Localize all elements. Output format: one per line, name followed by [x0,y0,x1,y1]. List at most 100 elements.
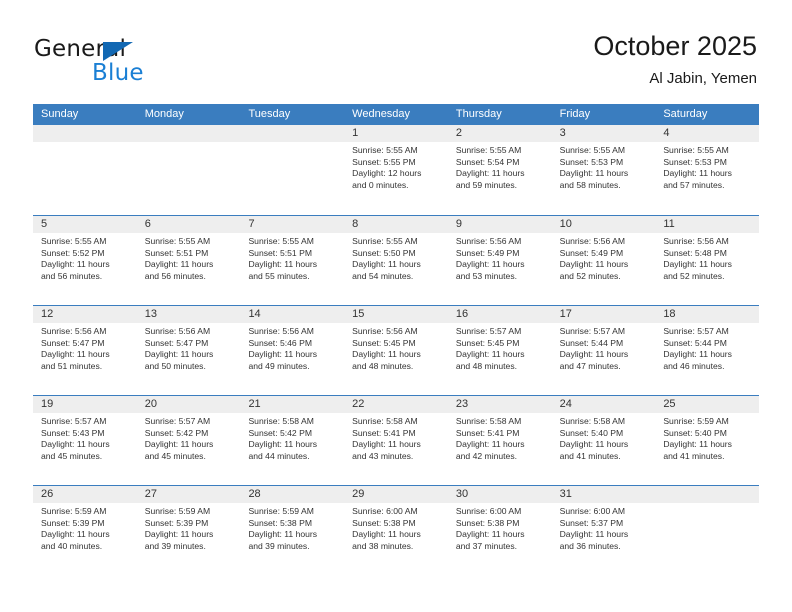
sunset-text: Sunset: 5:42 PM [144,427,209,438]
day-cell[interactable]: 10 Sunrise: 5:56 AM Sunset: 5:49 PM Dayl… [551,216,656,305]
day-cell[interactable]: 8 Sunrise: 5:55 AM Sunset: 5:50 PM Dayli… [344,216,448,305]
day-info: Sunrise: 5:56 AM Sunset: 5:45 PM Dayligh… [344,323,448,372]
day-number: 26 [33,486,137,503]
sunrise-text: Sunrise: 5:58 AM [248,416,314,426]
day-number: 8 [344,216,448,233]
sunrise-text: Sunrise: 5:55 AM [559,145,626,155]
weekday-header-sunday: Sunday [41,108,79,120]
sunrise-text: Sunrise: 6:00 AM [352,506,418,516]
sunset-text: Sunset: 5:46 PM [248,337,312,348]
week-row: 1 Sunrise: 5:55 AM Sunset: 5:55 PM Dayli… [33,125,760,215]
daylight-text-line2: and 52 minutes. [663,270,725,281]
daylight-text-line2: and 53 minutes. [455,270,518,281]
day-cell[interactable]: 9 Sunrise: 5:56 AM Sunset: 5:49 PM Dayli… [447,216,552,305]
day-cell[interactable]: 17 Sunrise: 5:57 AM Sunset: 5:44 PM Dayl… [551,306,656,395]
day-info [137,142,241,145]
daylight-text-line1: Daylight: 11 hours [352,529,421,540]
day-number: 16 [447,306,552,323]
day-cell[interactable]: 29 Sunrise: 6:00 AM Sunset: 5:38 PM Dayl… [344,486,448,575]
day-cell[interactable]: 19 Sunrise: 5:57 AM Sunset: 5:43 PM Dayl… [33,396,137,485]
day-cell[interactable]: 31 Sunrise: 6:00 AM Sunset: 5:37 PM Dayl… [551,486,656,575]
day-cell[interactable]: 22 Sunrise: 5:58 AM Sunset: 5:41 PM Dayl… [344,396,448,485]
day-cell[interactable]: 18 Sunrise: 5:57 AM Sunset: 5:44 PM Dayl… [655,306,760,395]
day-cell[interactable]: 6 Sunrise: 5:55 AM Sunset: 5:51 PM Dayli… [136,216,241,305]
daylight-text-line1: Daylight: 11 hours [248,529,318,540]
day-cell[interactable]: 5 Sunrise: 5:55 AM Sunset: 5:52 PM Dayli… [33,216,137,305]
sunrise-text: Sunrise: 5:58 AM [559,416,626,426]
day-info [655,503,759,506]
day-info: Sunrise: 5:59 AM Sunset: 5:38 PM Dayligh… [240,503,344,552]
day-cell[interactable]: 23 Sunrise: 5:58 AM Sunset: 5:41 PM Dayl… [447,396,552,485]
sunrise-text: Sunrise: 5:56 AM [455,236,522,246]
day-info: Sunrise: 5:56 AM Sunset: 5:48 PM Dayligh… [655,233,759,282]
daylight-text-line2: and 54 minutes. [352,270,414,281]
sunrise-text: Sunrise: 5:57 AM [559,326,626,336]
day-cell[interactable]: 4 Sunrise: 5:55 AM Sunset: 5:53 PM Dayli… [655,125,760,215]
day-cell[interactable]: 12 Sunrise: 5:56 AM Sunset: 5:47 PM Dayl… [33,306,137,395]
day-cell[interactable]: 1 Sunrise: 5:55 AM Sunset: 5:55 PM Dayli… [344,125,448,215]
day-cell[interactable]: 7 Sunrise: 5:55 AM Sunset: 5:51 PM Dayli… [240,216,345,305]
daylight-text-line2: and 55 minutes. [248,270,310,281]
day-cell[interactable]: 13 Sunrise: 5:56 AM Sunset: 5:47 PM Dayl… [136,306,241,395]
sunset-text: Sunset: 5:51 PM [248,247,312,258]
day-cell[interactable]: 14 Sunrise: 5:56 AM Sunset: 5:46 PM Dayl… [240,306,345,395]
day-cell[interactable]: 27 Sunrise: 5:59 AM Sunset: 5:39 PM Dayl… [136,486,241,575]
daylight-text-line1: Daylight: 11 hours [559,168,629,179]
sunrise-text: Sunrise: 5:56 AM [559,236,626,246]
daylight-text-line1: Daylight: 11 hours [41,259,110,270]
daylight-text-line2: and 51 minutes. [41,360,103,371]
day-cell[interactable]: 15 Sunrise: 5:56 AM Sunset: 5:45 PM Dayl… [344,306,448,395]
day-number: 28 [240,486,345,503]
day-number: 30 [447,486,552,503]
day-info: Sunrise: 5:59 AM Sunset: 5:39 PM Dayligh… [33,503,137,552]
general-blue-logo[interactable]: General Blue [34,36,264,92]
day-cell[interactable]: 21 Sunrise: 5:58 AM Sunset: 5:42 PM Dayl… [240,396,345,485]
day-cell[interactable]: 2 Sunrise: 5:55 AM Sunset: 5:54 PM Dayli… [447,125,552,215]
page-subtitle: Al Jabin, Yemen [649,70,757,87]
day-cell[interactable]: 24 Sunrise: 5:58 AM Sunset: 5:40 PM Dayl… [551,396,656,485]
sunset-text: Sunset: 5:53 PM [663,156,727,167]
weekday-header-friday: Friday [559,108,591,120]
day-number: 19 [33,396,137,413]
day-cell[interactable]: 26 Sunrise: 5:59 AM Sunset: 5:39 PM Dayl… [33,486,137,575]
daylight-text-line2: and 40 minutes. [41,540,103,551]
daylight-text-line2: and 45 minutes. [144,450,206,461]
day-cell[interactable]: 11 Sunrise: 5:56 AM Sunset: 5:48 PM Dayl… [655,216,760,305]
daylight-text-line1: Daylight: 11 hours [144,349,214,360]
day-cell[interactable] [136,125,241,215]
daylight-text-line1: Daylight: 11 hours [41,439,110,450]
day-number: 21 [240,396,345,413]
day-cell[interactable] [33,125,137,215]
calendar-page: General Blue October 2025 Al Jabin, Yeme… [0,0,792,612]
daylight-text-line1: Daylight: 11 hours [41,349,110,360]
sunset-text: Sunset: 5:39 PM [144,517,209,528]
sunrise-text: Sunrise: 5:57 AM [41,416,107,426]
day-cell[interactable]: 16 Sunrise: 5:57 AM Sunset: 5:45 PM Dayl… [447,306,552,395]
sunrise-text: Sunrise: 5:56 AM [248,326,314,336]
day-cell[interactable]: 30 Sunrise: 6:00 AM Sunset: 5:38 PM Dayl… [447,486,552,575]
day-cell[interactable]: 25 Sunrise: 5:59 AM Sunset: 5:40 PM Dayl… [655,396,760,485]
daylight-text-line1: Daylight: 11 hours [248,439,318,450]
sunset-text: Sunset: 5:44 PM [663,337,727,348]
daylight-text-line1: Daylight: 11 hours [455,529,525,540]
daylight-text-line2: and 41 minutes. [559,450,621,461]
daylight-text-line2: and 36 minutes. [559,540,621,551]
logo-text-blue: Blue [92,60,144,86]
day-cell[interactable]: 28 Sunrise: 5:59 AM Sunset: 5:38 PM Dayl… [240,486,345,575]
sunrise-text: Sunrise: 5:55 AM [455,145,522,155]
day-cell[interactable] [655,486,760,575]
sunrise-text: Sunrise: 5:55 AM [144,236,211,246]
sunset-text: Sunset: 5:42 PM [248,427,312,438]
day-cell[interactable] [240,125,345,215]
sunset-text: Sunset: 5:51 PM [144,247,209,258]
daylight-text-line2: and 39 minutes. [144,540,206,551]
day-number: 24 [551,396,656,413]
day-cell[interactable]: 3 Sunrise: 5:55 AM Sunset: 5:53 PM Dayli… [551,125,656,215]
day-info: Sunrise: 6:00 AM Sunset: 5:38 PM Dayligh… [344,503,448,552]
day-number: 1 [344,125,448,142]
day-info: Sunrise: 5:55 AM Sunset: 5:53 PM Dayligh… [552,142,656,191]
daylight-text-line2: and 38 minutes. [352,540,414,551]
day-cell[interactable]: 20 Sunrise: 5:57 AM Sunset: 5:42 PM Dayl… [136,396,241,485]
sunset-text: Sunset: 5:37 PM [559,517,624,528]
day-info: Sunrise: 5:57 AM Sunset: 5:45 PM Dayligh… [448,323,552,372]
